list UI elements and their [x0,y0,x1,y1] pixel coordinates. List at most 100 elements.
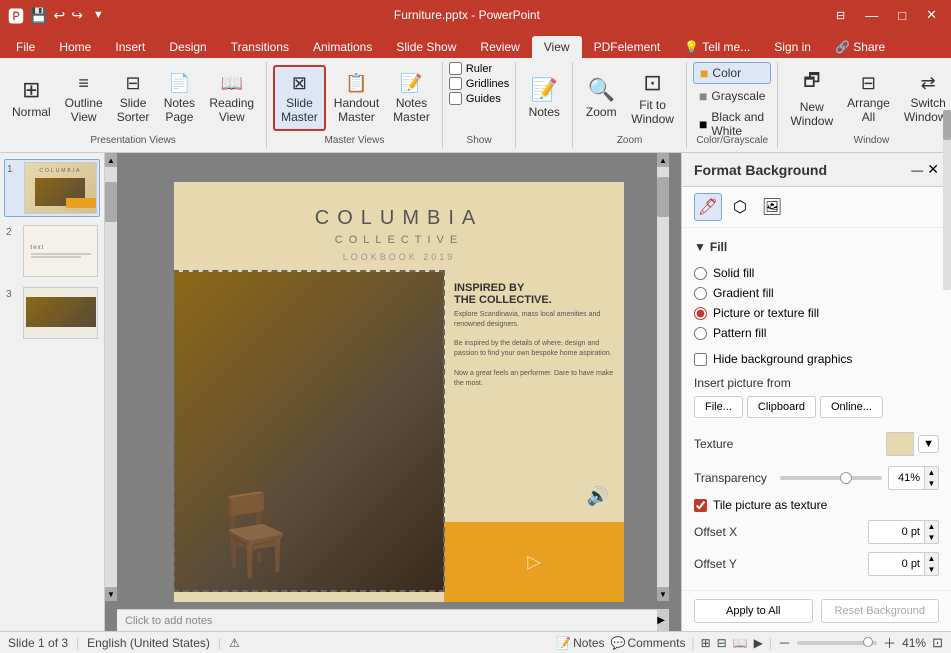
tab-sign-in[interactable]: Sign in [762,36,823,58]
offset-y-value[interactable] [869,553,924,575]
offset-x-up-btn[interactable]: ▲ [924,521,938,532]
slide-sorter-status-btn[interactable]: ⊟ [717,636,727,650]
fit-window-btn[interactable]: ⊡ Fit toWindow [625,65,680,131]
transparency-value[interactable] [889,467,924,489]
normal-view-status-btn[interactable]: ⊞ [701,636,711,650]
tab-share[interactable]: 🔗 Share [823,36,897,58]
slide-thumb-2[interactable]: 2 text [4,223,100,279]
offset-y-up-btn[interactable]: ▲ [924,553,938,564]
reset-background-btn[interactable]: Reset Background [821,599,940,623]
tab-slide-show[interactable]: Slide Show [384,36,468,58]
maximize-btn[interactable]: □ [892,6,912,25]
undo-icon[interactable]: ↩ [53,7,65,24]
minimize-btn[interactable]: — [859,6,884,25]
scroll-thumb[interactable] [105,182,117,222]
notes-bar[interactable]: Click to add notes [117,609,657,631]
offset-y-down-btn[interactable]: ▼ [924,564,938,575]
ruler-check[interactable]: Ruler [449,62,509,75]
solid-fill-option[interactable]: Solid fill [694,266,939,280]
presentation-view-status-btn[interactable]: ▶ [754,636,763,650]
handout-master-btn[interactable]: 📋 HandoutMaster [328,65,385,131]
transparency-down-btn[interactable]: ▼ [924,478,938,489]
grayscale-btn[interactable]: ■ Grayscale [693,86,772,106]
arrange-all-btn[interactable]: ⊟ ArrangeAll [841,65,896,131]
accessibility-icon[interactable]: ⚠ [229,636,240,650]
next-slide-btn[interactable]: ▶ [657,615,665,626]
comments-status-btn[interactable]: 💬 Comments [611,636,686,650]
zoom-slider[interactable] [797,641,877,645]
notes-page-icon: 📄 [168,73,190,94]
notes-status-btn[interactable]: 📝 Notes [556,636,604,650]
fill-section-header[interactable]: ▼ Fill [694,236,939,258]
tab-design[interactable]: Design [157,36,218,58]
new-window-btn[interactable]: 🗗 NewWindow [784,65,839,131]
close-btn[interactable]: ✕ [920,5,943,25]
zoom-out-btn[interactable]: － [778,633,791,652]
online-btn[interactable]: Online... [820,396,883,418]
normal-view-btn[interactable]: ⊞ Normal [6,65,57,131]
gridlines-check[interactable]: Gridlines [449,77,509,90]
handout-master-icon: 📋 [345,73,367,94]
scroll-right-down[interactable]: ▼ [657,587,669,601]
scroll-down-btn[interactable]: ▼ [105,587,117,601]
slide-master-btn[interactable]: ⊠ SlideMaster [273,65,326,131]
zoom-label: Zoom [617,135,643,146]
picture-texture-option[interactable]: Picture or texture fill [694,306,939,320]
notes-page-btn[interactable]: 📄 NotesPage [157,65,201,131]
transparency-thumb[interactable] [840,472,852,484]
tab-review[interactable]: Review [468,36,531,58]
texture-picker[interactable] [886,432,914,456]
tab-view[interactable]: View [532,36,582,58]
zoom-level-display[interactable]: 41% [902,636,926,650]
fit-slide-btn[interactable]: ⊡ [932,635,943,651]
customize-icon[interactable]: ▼ [93,9,104,21]
slide-thumb-3[interactable]: 3 [4,285,100,341]
redo-icon[interactable]: ↪ [71,7,83,24]
tab-file[interactable]: File [4,36,47,58]
zoom-thumb[interactable] [863,637,873,647]
offset-x-value[interactable] [869,521,924,543]
reading-view-btn[interactable]: 📖 ReadingView [203,65,260,131]
offset-x-down-btn[interactable]: ▼ [924,532,938,543]
ribbon-display-btn[interactable]: ⊟ [830,7,851,24]
scroll-right-up[interactable]: ▲ [657,153,669,167]
tab-insert[interactable]: Insert [103,36,157,58]
color-btn[interactable]: ■ Color [693,62,772,84]
reading-view-status-btn[interactable]: 📖 [733,636,748,650]
scroll-right-thumb[interactable] [657,177,669,217]
tab-home[interactable]: Home [47,36,103,58]
tab-transitions[interactable]: Transitions [219,36,301,58]
save-icon[interactable]: 💾 [30,7,47,24]
slide-thumb-1[interactable]: 1 COLUMBIA [4,159,100,217]
fill-icon-btn[interactable]: 🖊 [694,193,722,221]
panel-scrollbar[interactable] [943,228,951,290]
transparency-slider[interactable] [780,476,882,480]
tab-animations[interactable]: Animations [301,36,384,58]
effects-icon-btn[interactable]: ⬡ [726,193,754,221]
hide-bg-checkbox[interactable]: Hide background graphics [694,348,939,370]
comments-label: Comments [627,636,685,650]
notes-btn[interactable]: 📝 Notes [522,65,566,131]
clipboard-btn[interactable]: Clipboard [747,396,816,418]
guides-check[interactable]: Guides [449,92,509,105]
outline-view-btn[interactable]: ≡ OutlineView [59,65,109,131]
apply-to-all-btn[interactable]: Apply to All [694,599,813,623]
transparency-up-btn[interactable]: ▲ [924,467,938,478]
gradient-fill-option[interactable]: Gradient fill [694,286,939,300]
zoom-btn[interactable]: 🔍 Zoom [579,65,623,131]
picture-icon-btn[interactable]: 🖼 [758,193,786,221]
vertical-scrollbar-right[interactable]: ▲ ▼ [657,153,669,601]
panel-minimize-icon[interactable]: — [911,163,923,177]
slide-sorter-btn[interactable]: ⊟ SlideSorter [111,65,156,131]
tab-tell-me[interactable]: 💡Tell me... [672,36,762,58]
notes-master-btn[interactable]: 📝 NotesMaster [387,65,436,131]
tab-pdfelement[interactable]: PDFelement [582,36,673,58]
texture-expand-btn[interactable]: ▼ [918,435,939,453]
file-btn[interactable]: File... [694,396,743,418]
tile-checkbox[interactable]: Tile picture as texture [694,494,939,516]
zoom-in-btn[interactable]: ＋ [883,633,896,652]
vertical-scrollbar-left[interactable]: ▲ ▼ [105,153,117,601]
panel-close-icon[interactable]: ✕ [927,161,939,178]
scroll-up-btn[interactable]: ▲ [105,153,117,167]
pattern-fill-option[interactable]: Pattern fill [694,326,939,340]
